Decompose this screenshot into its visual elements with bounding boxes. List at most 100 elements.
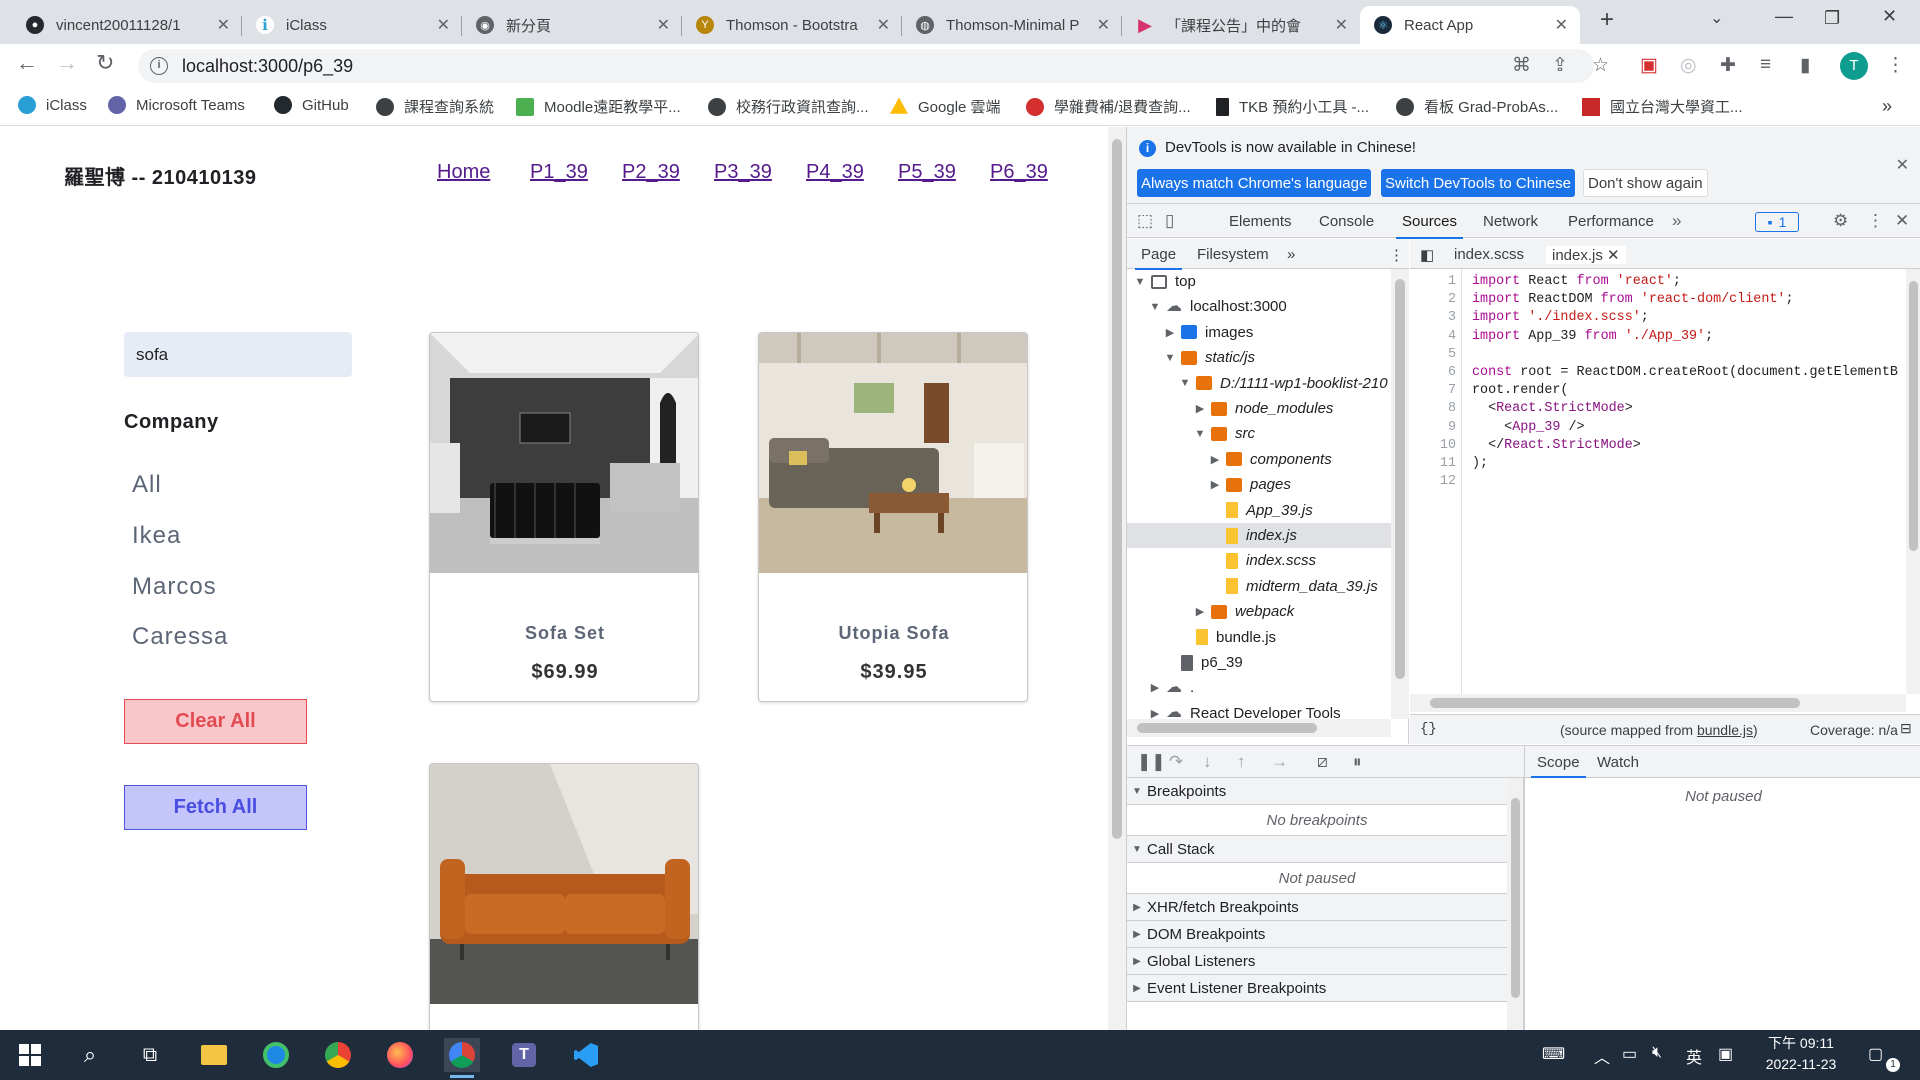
deactivate-breakpoints-icon[interactable]: ⧄ [1317, 752, 1328, 772]
expanded-arrow-icon[interactable]: ▼ [1178, 377, 1192, 389]
page-scrollbar-thumb[interactable] [1112, 139, 1122, 839]
tree-item[interactable]: p6_39 [1127, 650, 1391, 675]
expanded-arrow-icon[interactable]: ▼ [1163, 352, 1177, 364]
nav-link-p1[interactable]: P1_39 [530, 161, 588, 184]
volume-muted-icon[interactable]: 🔇︎ [1652, 1044, 1662, 1062]
close-icon[interactable]: ✕ [217, 15, 230, 35]
tree-item[interactable]: ▶ images [1127, 320, 1391, 345]
close-icon[interactable]: ✕ [877, 15, 890, 35]
tab-console[interactable]: Console [1319, 213, 1374, 230]
tree-item[interactable]: bundle.js [1127, 625, 1391, 650]
file-explorer-icon[interactable] [196, 1038, 232, 1072]
tree-item[interactable]: index.js [1127, 523, 1391, 548]
collapsed-arrow-icon[interactable]: ▶ [1193, 402, 1207, 415]
debugger-section-header[interactable]: ▶ Global Listeners [1127, 948, 1507, 975]
tree-item[interactable]: ▶ ☁ React Developer Tools [1127, 701, 1391, 719]
product-card[interactable]: Utopia Sofa $39.95 [758, 332, 1028, 702]
close-icon[interactable]: ✕ [1607, 247, 1620, 264]
close-icon[interactable]: ✕ [1097, 15, 1110, 35]
tab-watch[interactable]: Watch [1597, 754, 1639, 771]
window-close-icon[interactable]: ✕ [1882, 6, 1897, 27]
extensions-puzzle-icon[interactable]: ✚ [1720, 54, 1736, 77]
bookmark-item[interactable]: Google 雲端 [890, 96, 1001, 117]
bookmark-star-icon[interactable]: ☆ [1592, 54, 1609, 77]
scrollbar-thumb[interactable] [1511, 798, 1520, 998]
debugger-section-header[interactable]: ▶ XHR/fetch Breakpoints [1127, 894, 1507, 921]
editor-horizontal-scrollbar[interactable] [1410, 694, 1906, 712]
search-input[interactable] [124, 332, 352, 377]
browser-tab-active[interactable]: ⚛ React App ✕ [1360, 6, 1580, 44]
profile-avatar[interactable]: T [1840, 52, 1868, 80]
dont-show-again-button[interactable]: Don't show again [1583, 169, 1708, 197]
nav-link-p6[interactable]: P6_39 [990, 161, 1048, 184]
editor-tab-index-scss[interactable]: index.scss [1454, 246, 1524, 263]
minimize-icon[interactable]: — [1775, 6, 1793, 27]
scrollbar-thumb[interactable] [1430, 698, 1800, 708]
scrollbar-thumb[interactable] [1909, 281, 1918, 551]
ime-mode-icon[interactable]: ▣ [1718, 1044, 1733, 1064]
info-icon[interactable]: i [150, 57, 168, 75]
company-filter-marcos[interactable]: Marcos [132, 573, 217, 601]
code-line[interactable]: root.render( [1472, 382, 1568, 400]
bookmark-item[interactable]: Moodle遠距教學平... [516, 96, 681, 117]
collapsed-arrow-icon[interactable]: ▶ [1208, 478, 1222, 491]
tree-horizontal-scrollbar[interactable] [1127, 719, 1391, 737]
bookmarks-overflow-icon[interactable]: » [1882, 96, 1892, 117]
bookmark-item[interactable]: 國立台灣大學資工... [1582, 96, 1743, 117]
tab-network[interactable]: Network [1483, 213, 1538, 230]
debugger-section-header[interactable]: ▼ Call Stack [1127, 836, 1507, 863]
tab-filesystem[interactable]: Filesystem [1197, 246, 1269, 263]
nav-link-p2[interactable]: P2_39 [622, 161, 680, 184]
bookmark-item[interactable]: 看板 Grad-ProbAs... [1396, 96, 1558, 117]
code-line[interactable]: const root = ReactDOM.createRoot(documen… [1472, 364, 1898, 382]
line-number[interactable]: 1 [1410, 273, 1456, 291]
network-icon[interactable]: ▭ [1622, 1044, 1637, 1064]
scrollbar-thumb[interactable] [1395, 279, 1405, 679]
company-filter-ikea[interactable]: Ikea [132, 522, 181, 550]
share-icon[interactable]: ⇪ [1552, 54, 1568, 77]
tree-item[interactable]: ▼ src [1127, 421, 1391, 446]
browser-tab[interactable]: ● vincent20011128/1 ✕ [12, 6, 242, 44]
line-number[interactable]: 6 [1410, 364, 1456, 382]
tree-item[interactable]: ▶ webpack [1127, 599, 1391, 624]
tree-item[interactable]: ▶ pages [1127, 472, 1391, 497]
back-icon[interactable]: ← [16, 50, 38, 76]
close-icon[interactable]: ✕ [1555, 15, 1568, 35]
windows-start-icon[interactable] [12, 1038, 48, 1072]
collapsed-arrow-icon[interactable]: ▶ [1148, 681, 1162, 694]
line-number[interactable]: 9 [1410, 419, 1456, 437]
tab-search-icon[interactable]: ⌄ [1710, 8, 1723, 28]
translate-icon[interactable]: ⌘ [1512, 54, 1531, 77]
code-line[interactable]: import ReactDOM from 'react-dom/client'; [1472, 291, 1793, 309]
collapsed-arrow-icon[interactable]: ▶ [1148, 707, 1162, 719]
step-icon[interactable]: → [1271, 752, 1288, 772]
line-number[interactable]: 7 [1410, 382, 1456, 400]
close-icon[interactable]: ✕ [437, 15, 450, 35]
keyboard-icon[interactable]: ⌨ [1542, 1044, 1565, 1064]
bookmark-item[interactable]: Microsoft Teams [108, 96, 245, 114]
nav-link-p3[interactable]: P3_39 [714, 161, 772, 184]
company-filter-all[interactable]: All [132, 471, 162, 499]
step-out-icon[interactable]: ↑ [1237, 752, 1246, 772]
close-devtools-icon[interactable]: ✕ [1895, 211, 1909, 231]
code-line[interactable]: import App_39 from './App_39'; [1472, 328, 1713, 346]
reload-icon[interactable]: ↻ [96, 50, 114, 76]
system-clock[interactable]: 下午 09:11 2022-11-23 [1756, 1033, 1846, 1075]
line-number[interactable]: 2 [1410, 291, 1456, 309]
line-number[interactable]: 11 [1410, 455, 1456, 473]
expanded-arrow-icon[interactable]: ▼ [1133, 276, 1147, 288]
step-over-icon[interactable]: ↷ [1169, 752, 1183, 772]
browser-tab[interactable]: ◉ 新分頁 ✕ [462, 6, 682, 44]
tree-vertical-scrollbar[interactable] [1391, 269, 1409, 719]
tree-item[interactable]: index.scss [1127, 548, 1391, 573]
bookmark-item[interactable]: 學雜費補/退費查詢... [1026, 96, 1191, 117]
more-tabs-icon[interactable]: » [1672, 211, 1681, 231]
line-number[interactable]: 4 [1410, 328, 1456, 346]
code-line[interactable]: import './index.scss'; [1472, 309, 1649, 327]
line-number[interactable]: 3 [1410, 309, 1456, 327]
product-card[interactable]: Sofa Set $69.99 [429, 332, 699, 702]
match-language-button[interactable]: Always match Chrome's language [1137, 169, 1372, 197]
nav-link-home[interactable]: Home [437, 161, 490, 184]
nav-link-p5[interactable]: P5_39 [898, 161, 956, 184]
code-line[interactable]: import React from 'react'; [1472, 273, 1681, 291]
